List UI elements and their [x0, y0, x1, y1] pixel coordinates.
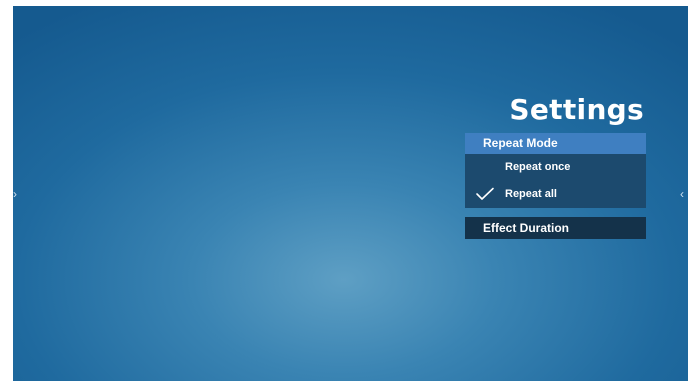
repeat-mode-header[interactable]: Repeat Mode	[465, 133, 646, 154]
option-label: Repeat once	[505, 161, 571, 173]
page-title: Settings	[509, 93, 644, 126]
option-label: Repeat all	[505, 188, 557, 200]
checkmark-icon	[476, 187, 494, 200]
background-screen: › Settings Repeat Mode Repeat once Repea…	[13, 6, 688, 381]
right-chevron-icon[interactable]: ›	[13, 188, 17, 200]
effect-duration-item[interactable]: Effect Duration	[465, 217, 646, 239]
repeat-mode-options: Repeat once Repeat all	[465, 154, 646, 208]
option-repeat-all[interactable]: Repeat all	[465, 181, 646, 208]
left-chevron-icon[interactable]: ‹	[680, 188, 684, 200]
option-repeat-once[interactable]: Repeat once	[465, 154, 646, 181]
settings-menu: Repeat Mode Repeat once Repeat all Effec…	[465, 133, 646, 239]
